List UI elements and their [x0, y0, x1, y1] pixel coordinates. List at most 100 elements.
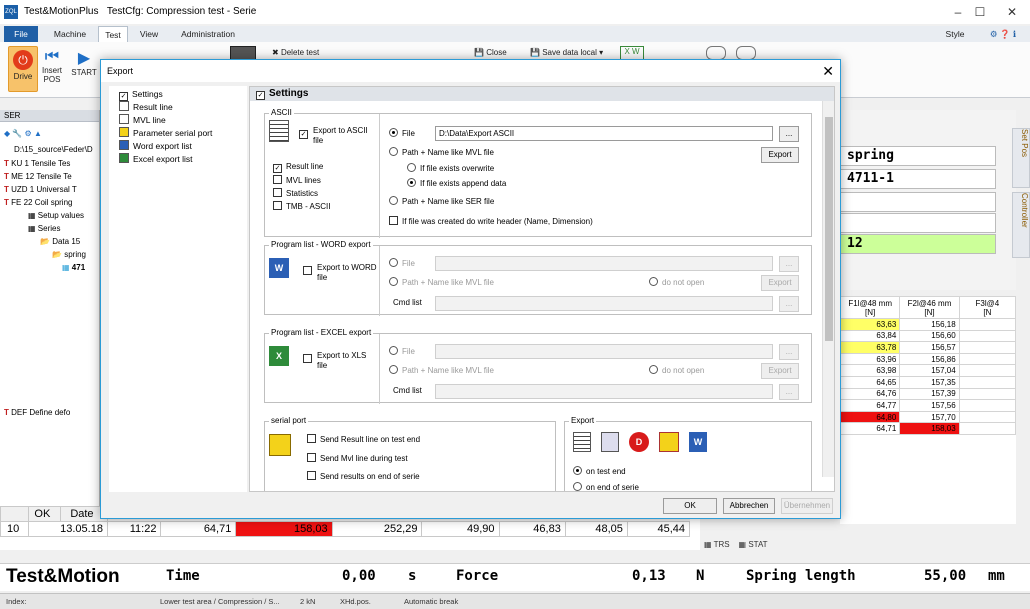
table-row[interactable]: 10 13.05.18 11:22 64,71 158,03 252,29 49…: [0, 521, 691, 537]
apply-button[interactable]: Übernehmen: [781, 498, 833, 514]
drive-button[interactable]: ⏻ Drive: [8, 46, 38, 92]
send-results-end-serie-checkbox[interactable]: Send results on end of serie: [307, 471, 420, 481]
table-row[interactable]: 63,98 157,04: [839, 364, 1017, 377]
excel-path-mvl-radio[interactable]: Path + Name like MVL file: [389, 365, 494, 375]
nav-excel-export-list[interactable]: Excel export list: [119, 153, 193, 166]
table-row[interactable]: 63,96 156,86: [839, 352, 1017, 366]
tree-item[interactable]: ▦ Setup values: [28, 210, 84, 222]
browse-word-cmd-button[interactable]: ...: [779, 296, 799, 312]
export-word-checkbox[interactable]: [303, 266, 316, 276]
file-radio[interactable]: File: [389, 128, 415, 138]
nav-parameter-serial-port[interactable]: Parameter serial port: [119, 127, 212, 140]
excel-cmd-list-input[interactable]: [435, 384, 773, 399]
excel-file-input[interactable]: [435, 344, 773, 359]
send-result-line-checkbox[interactable]: Send Result line on test end: [307, 434, 420, 444]
close-window-button[interactable]: ✕: [994, 2, 1030, 22]
style-menu[interactable]: Style: [940, 26, 970, 42]
chart-export-icon[interactable]: [659, 432, 679, 452]
export-nav-tree: ✓ Settings Result line MVL line Parameter…: [109, 86, 247, 492]
tab-test[interactable]: Test: [98, 26, 128, 42]
word-do-not-open-radio[interactable]: do not open: [649, 277, 704, 287]
path-mvl-radio[interactable]: Path + Name like MVL file: [389, 147, 494, 157]
tab-machine[interactable]: Machine: [48, 26, 92, 42]
start-button[interactable]: ▶ START: [70, 48, 98, 77]
tree-item[interactable]: ▦ Series: [28, 223, 60, 235]
excel-file-radio[interactable]: File: [389, 346, 415, 356]
word-cmd-list-input[interactable]: [435, 296, 773, 311]
nav-settings[interactable]: ✓ Settings: [119, 88, 163, 101]
maximize-button[interactable]: ☐: [962, 2, 998, 22]
tab-controller[interactable]: Controller: [1012, 192, 1030, 258]
ok-button[interactable]: OK: [663, 498, 717, 514]
on-end-of-serie-radio[interactable]: on end of serie: [573, 482, 639, 491]
database-icon-2[interactable]: [736, 46, 756, 60]
excel-export-icon[interactable]: [601, 432, 619, 452]
tab-trs[interactable]: ▦ TRS: [704, 540, 730, 549]
nav-mvl-line[interactable]: MVL line: [119, 114, 166, 127]
export-ascii-checkbox[interactable]: ✓: [299, 128, 312, 139]
tab-set-pos[interactable]: Set Pos: [1012, 128, 1030, 188]
dialog-close-button[interactable]: ✕: [822, 62, 834, 80]
tab-view[interactable]: View: [134, 26, 164, 42]
tree-item[interactable]: T KU 1 Tensile Tes: [4, 158, 70, 170]
excel-export-button[interactable]: Export: [761, 363, 799, 379]
ascii-export-icon[interactable]: [573, 432, 591, 452]
write-header-checkbox[interactable]: If file was created do write header (Nam…: [389, 216, 593, 226]
tree-item[interactable]: ▦ 471: [62, 262, 85, 274]
help-icon[interactable]: ⚙ ❓ ℹ: [978, 26, 1028, 42]
table-row[interactable]: 63,84 156,60: [839, 329, 1017, 343]
ascii-file-path-input[interactable]: D:\Data\Export ASCII: [435, 126, 773, 141]
word-path-mvl-radio[interactable]: Path + Name like MVL file: [389, 277, 494, 287]
word-file-radio[interactable]: File: [389, 258, 415, 268]
tree-item[interactable]: T FE 22 Coil spring: [4, 197, 72, 209]
statistics-checkbox[interactable]: Statistics: [273, 188, 318, 198]
path-ser-radio[interactable]: Path + Name like SER file: [389, 196, 494, 206]
delete-test-button[interactable]: ✖ Delete test: [272, 48, 332, 57]
append-radio[interactable]: If file exists append data: [407, 178, 506, 188]
word-file-input[interactable]: [435, 256, 773, 271]
browse-excel-button[interactable]: ...: [779, 344, 799, 360]
result-line-checkbox[interactable]: ✓ Result line: [273, 162, 323, 173]
save-data-local-button[interactable]: 💾 Save data local ▾: [530, 48, 610, 57]
table-row[interactable]: 63,63 156,18: [839, 318, 1017, 331]
browse-excel-cmd-button[interactable]: ...: [779, 384, 799, 400]
close-button[interactable]: 💾 Close: [474, 48, 514, 57]
nav-word-export-list[interactable]: Word export list: [119, 140, 192, 153]
send-mvl-line-checkbox[interactable]: Send Mvl line during test: [307, 453, 408, 463]
table-row[interactable]: 63,78 156,57: [839, 341, 1017, 354]
table-row[interactable]: 64,76 157,39: [839, 387, 1017, 401]
tab-file[interactable]: File: [4, 26, 38, 42]
table-row[interactable]: 64,77 157,56: [839, 399, 1017, 412]
scrollbar-thumb[interactable]: [825, 117, 833, 341]
on-test-end-radio[interactable]: on test end: [573, 466, 626, 476]
database-icon[interactable]: [706, 46, 726, 60]
tab-stat[interactable]: ▦ STAT: [739, 540, 768, 549]
word-export-icon[interactable]: W: [689, 432, 707, 452]
browse-word-button[interactable]: ...: [779, 256, 799, 272]
table-row[interactable]: 64,71 158,03: [839, 422, 1017, 435]
content-scrollbar[interactable]: [822, 101, 834, 477]
tree-item[interactable]: 📂 Data 15: [40, 236, 80, 248]
spring-length-label: Spring length: [746, 568, 856, 584]
excel-word-icon[interactable]: X W: [620, 46, 644, 60]
diadem-icon[interactable]: D: [629, 432, 649, 452]
tab-administration[interactable]: Administration: [174, 26, 242, 42]
tree-item[interactable]: T ME 12 Tensile Te: [4, 171, 72, 183]
nav-result-line[interactable]: Result line: [119, 101, 173, 114]
word-export-button[interactable]: Export: [761, 275, 799, 291]
table-row[interactable]: 64,80 157,70: [839, 410, 1017, 424]
mvl-lines-checkbox[interactable]: MVL lines: [273, 175, 321, 185]
table-row[interactable]: 64,65 157,35: [839, 375, 1017, 389]
tree-toolbar[interactable]: ◆ 🔧 ⚙ ▲: [4, 128, 42, 140]
tree-item[interactable]: 📂 spring: [52, 249, 86, 261]
insert-pos-button[interactable]: ⏮ Insert POS: [40, 48, 64, 84]
overwrite-radio[interactable]: If file exists overwrite: [407, 163, 494, 173]
browse-ascii-button[interactable]: ...: [779, 126, 799, 142]
tmb-ascii-checkbox[interactable]: TMB - ASCII: [273, 201, 330, 211]
cancel-button[interactable]: Abbrechen: [723, 498, 775, 514]
tree-item[interactable]: T DEF Define defo: [4, 407, 70, 419]
excel-do-not-open-radio[interactable]: do not open: [649, 365, 704, 375]
export-xls-checkbox[interactable]: [303, 354, 316, 364]
tree-item[interactable]: T UZD 1 Universal T: [4, 184, 77, 196]
ascii-export-button[interactable]: Export: [761, 147, 799, 163]
